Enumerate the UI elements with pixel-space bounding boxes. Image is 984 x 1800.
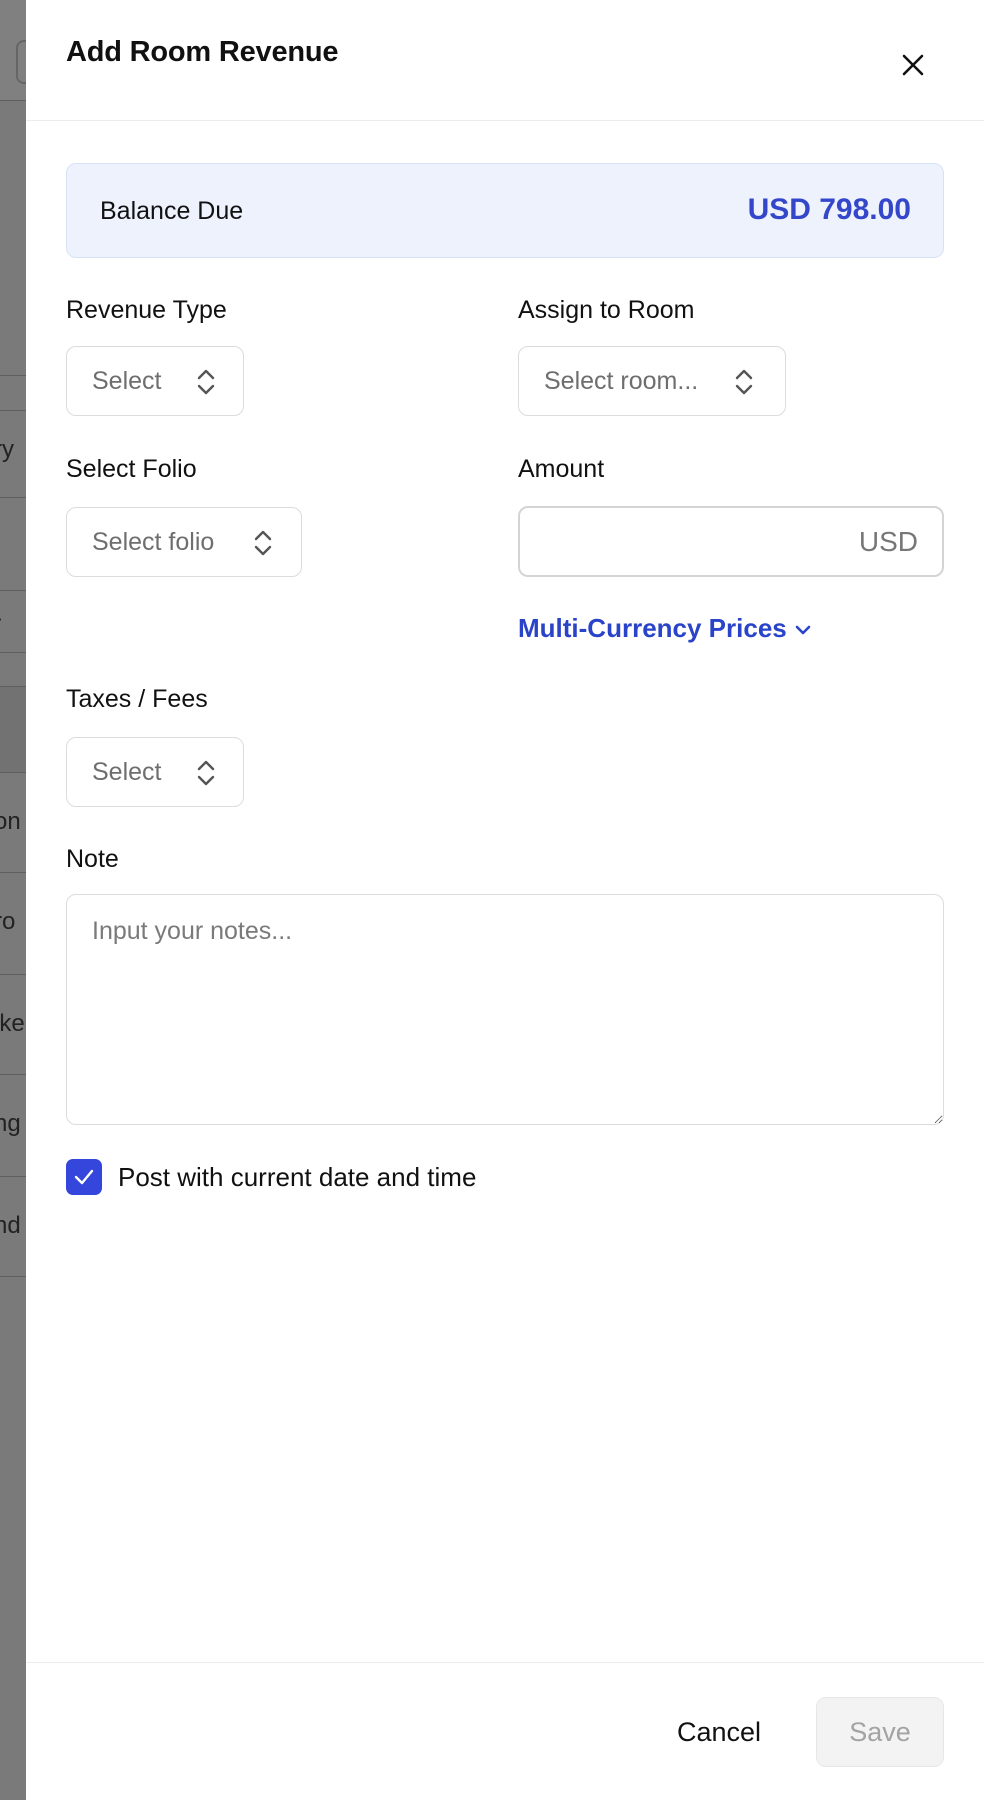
- backdrop-text-fragment: -: [0, 605, 2, 633]
- revenue-type-label: Revenue Type: [66, 296, 227, 324]
- backdrop-divider: [0, 1276, 26, 1277]
- backdrop-divider: [0, 686, 26, 687]
- backdrop-divider: [0, 375, 26, 376]
- select-folio-select[interactable]: Select folio: [66, 507, 302, 577]
- backdrop-divider: [0, 410, 26, 411]
- backdrop-divider: [0, 974, 26, 975]
- backdrop-text-fragment: ng: [0, 1110, 21, 1137]
- cancel-button[interactable]: Cancel: [644, 1697, 794, 1767]
- backdrop-divider: [0, 872, 26, 873]
- backdrop-divider: [0, 1074, 26, 1075]
- post-current-datetime-label[interactable]: Post with current date and time: [118, 1162, 476, 1193]
- chevron-up-down-icon: [197, 369, 215, 395]
- backdrop-text-fragment: nd: [0, 1212, 21, 1239]
- drawer-header: Add Room Revenue: [26, 0, 984, 121]
- backdrop-text-fragment: ry: [0, 436, 14, 463]
- select-folio-label: Select Folio: [66, 455, 197, 483]
- checkmark-icon: [74, 1169, 94, 1185]
- page: ry - on ro ike ng nd Add Room Revenue: [0, 0, 984, 1800]
- assign-room-label: Assign to Room: [518, 296, 695, 324]
- close-icon: [902, 54, 924, 76]
- revenue-type-value: Select: [92, 367, 162, 395]
- backdrop-divider: [0, 497, 26, 498]
- post-current-datetime-checkbox[interactable]: [66, 1159, 102, 1195]
- assign-room-value: Select room...: [544, 367, 699, 395]
- backdrop-divider: [0, 652, 26, 653]
- backdrop-band: [0, 686, 26, 772]
- assign-room-select[interactable]: Select room...: [518, 346, 786, 416]
- backdrop-text-fragment: ike: [0, 1010, 25, 1037]
- note-label: Note: [66, 845, 119, 873]
- select-folio-value: Select folio: [92, 528, 215, 556]
- drawer-title: Add Room Revenue: [66, 36, 339, 68]
- save-button[interactable]: Save: [816, 1697, 944, 1767]
- taxes-fees-label: Taxes / Fees: [66, 685, 208, 713]
- amount-currency: USD: [858, 526, 918, 557]
- amount-field[interactable]: USD: [518, 506, 944, 577]
- amount-input[interactable]: [534, 516, 838, 568]
- backdrop-divider: [0, 590, 26, 591]
- backdrop-text-fragment: ro: [0, 908, 16, 935]
- backdrop-divider: [0, 772, 26, 773]
- backdrop-text-fragment: on: [0, 808, 21, 835]
- backdrop-overlay[interactable]: ry - on ro ike ng nd: [0, 0, 26, 1800]
- chevron-up-down-icon: [197, 760, 215, 786]
- drawer-footer: Cancel Save: [26, 1662, 984, 1800]
- balance-due-card: Balance Due USD 798.00: [66, 163, 944, 258]
- amount-label: Amount: [518, 455, 605, 483]
- chevron-up-down-icon: [735, 369, 753, 395]
- taxes-fees-select[interactable]: Select: [66, 737, 244, 807]
- chevron-up-down-icon: [254, 530, 272, 556]
- chevron-down-icon: [795, 625, 811, 635]
- backdrop-divider: [0, 1176, 26, 1177]
- close-button[interactable]: [896, 48, 930, 82]
- multi-currency-prices-label: Multi-Currency Prices: [518, 613, 787, 643]
- revenue-type-select[interactable]: Select: [66, 346, 244, 416]
- balance-due-value: USD 798.00: [747, 193, 911, 226]
- backdrop-divider: [0, 100, 26, 101]
- taxes-fees-value: Select: [92, 758, 162, 786]
- balance-due-label: Balance Due: [100, 197, 244, 225]
- multi-currency-prices-toggle[interactable]: Multi-Currency Prices: [518, 613, 813, 644]
- add-room-revenue-drawer: Add Room Revenue Balance Due USD 798.00 …: [26, 0, 984, 1800]
- backdrop-button-edge: [16, 40, 26, 84]
- note-textarea[interactable]: [66, 894, 944, 1125]
